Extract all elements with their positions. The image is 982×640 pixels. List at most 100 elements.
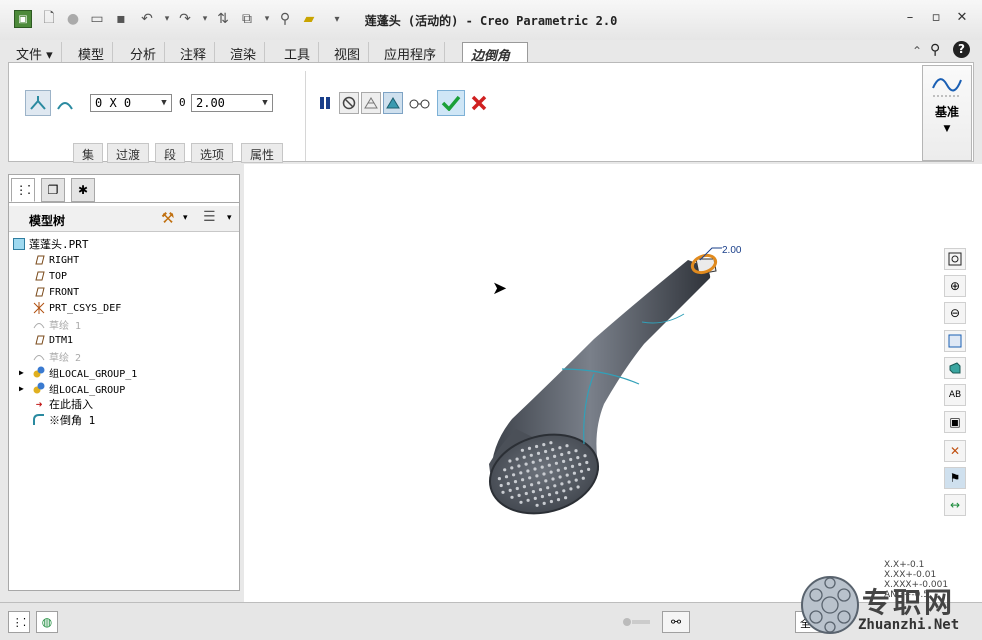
nozzle-hole bbox=[536, 451, 541, 455]
cancel-x-icon[interactable] bbox=[469, 92, 489, 114]
tab-applications[interactable]: 应用程序 bbox=[376, 42, 446, 63]
nozzle-hole bbox=[524, 491, 528, 496]
zoom-in-icon[interactable]: ⊕ bbox=[944, 275, 966, 297]
nozzle-hole bbox=[540, 494, 544, 499]
nozzle-hole bbox=[508, 459, 512, 463]
toggle-navigator-icon[interactable]: ⋮⁚ bbox=[8, 611, 30, 633]
group-divider bbox=[305, 71, 306, 161]
tab-analysis[interactable]: 分析 bbox=[122, 42, 166, 63]
nozzle-hole bbox=[540, 465, 544, 469]
spin-center-icon[interactable]: ↔ bbox=[944, 494, 966, 516]
nozzle-hole bbox=[576, 456, 580, 460]
no-preview-icon[interactable] bbox=[339, 92, 359, 114]
subtab-sets[interactable]: 集 bbox=[73, 143, 104, 163]
verify-glasses-icon[interactable] bbox=[407, 92, 433, 114]
expand-arrow-icon[interactable]: ▶ bbox=[19, 384, 29, 393]
view-manager-icon[interactable]: ▣ bbox=[944, 411, 966, 433]
help-icon[interactable]: ? bbox=[953, 41, 970, 58]
model-tree-tab-icon[interactable]: ⋮⁚ bbox=[11, 178, 35, 202]
nozzle-hole bbox=[515, 486, 519, 491]
find-binoculars-icon[interactable]: ⚯ bbox=[662, 611, 690, 633]
progress-indicator bbox=[622, 616, 652, 628]
datum-button[interactable]: 基准 ▼ bbox=[922, 65, 972, 161]
radius-value: 2.00 bbox=[196, 96, 225, 110]
favorites-tab-icon[interactable]: ✱ bbox=[71, 178, 95, 202]
tab-tools[interactable]: 工具 bbox=[276, 42, 320, 63]
part-icon bbox=[13, 238, 25, 250]
restore-icon[interactable]: ▫ bbox=[926, 10, 946, 28]
nozzle-hole bbox=[547, 463, 551, 467]
nozzle-hole bbox=[535, 474, 539, 478]
confirm-check-icon[interactable] bbox=[437, 90, 465, 116]
annotation-display-icon[interactable]: ⚑ bbox=[944, 467, 966, 489]
tree-item-top[interactable]: TOP bbox=[33, 268, 67, 284]
set-dropdown-icon[interactable]: ▼ bbox=[157, 95, 171, 111]
subtab-options[interactable]: 选项 bbox=[191, 143, 234, 163]
toggle-browser-icon[interactable]: ◍ bbox=[36, 611, 58, 633]
set-field[interactable]: 0 X 0 ▼ bbox=[90, 94, 172, 112]
subtab-properties[interactable]: 属性 bbox=[241, 143, 284, 163]
refit-icon[interactable] bbox=[944, 248, 966, 270]
expand-arrow-icon[interactable]: ▶ bbox=[19, 368, 29, 377]
tree-settings-dropdown-icon[interactable]: ▾ bbox=[183, 213, 188, 223]
saved-orientations-icon[interactable]: AB bbox=[944, 384, 966, 406]
pause-icon[interactable] bbox=[315, 92, 335, 114]
tree-item-label: DTM1 bbox=[49, 334, 74, 346]
collapse-ribbon-icon[interactable]: ⌃ bbox=[912, 44, 922, 58]
tab-render[interactable]: 渲染 bbox=[222, 42, 266, 63]
tree-item-local-group-1[interactable]: ▶ 组LOCAL_GROUP_1 bbox=[19, 364, 137, 380]
tree-item-sketch-1[interactable]: 草绘 1 bbox=[33, 316, 81, 332]
nozzle-hole bbox=[522, 455, 526, 459]
nozzle-hole bbox=[521, 478, 525, 482]
display-style-icon[interactable] bbox=[944, 357, 966, 379]
radius-field[interactable]: 2.00 ▼ bbox=[191, 94, 273, 112]
close-icon[interactable]: ✕ bbox=[952, 10, 972, 28]
round-icon bbox=[33, 414, 45, 426]
radius-dropdown-icon[interactable]: ▼ bbox=[258, 95, 272, 111]
show-dropdown-icon[interactable]: ▾ bbox=[227, 213, 232, 223]
nozzle-hole bbox=[578, 462, 582, 466]
folder-browser-tab-icon[interactable]: ❐ bbox=[41, 178, 65, 202]
ribbon-search-icon[interactable]: ⚲ bbox=[930, 42, 940, 58]
minimize-icon[interactable]: – bbox=[900, 10, 920, 28]
tree-item-local-group[interactable]: ▶ 组LOCAL_GROUP bbox=[19, 380, 125, 396]
circular-round-icon[interactable] bbox=[25, 90, 51, 116]
tree-item-label: 组LOCAL_GROUP_1 bbox=[49, 368, 138, 380]
tree-item-front[interactable]: FRONT bbox=[33, 284, 79, 300]
radius-dimension[interactable]: 2.00 bbox=[722, 245, 742, 256]
tab-file[interactable]: 文件 ▾ bbox=[8, 42, 62, 63]
subtab-transitions[interactable]: 过渡 bbox=[107, 143, 150, 163]
tree-item-insert-here[interactable]: ➜ 在此插入 bbox=[33, 396, 93, 412]
show-columns-icon[interactable]: ☰ bbox=[203, 209, 216, 225]
tab-edge-round[interactable]: 边倒角 bbox=[462, 42, 528, 64]
tab-model[interactable]: 模型 bbox=[70, 42, 114, 63]
tab-annotate[interactable]: 注释 bbox=[172, 42, 216, 63]
tree-item-part[interactable]: 莲蓬头.PRT bbox=[13, 236, 89, 252]
tree-item-round-1[interactable]: ※倒角 1 bbox=[33, 412, 95, 428]
nozzle-hole bbox=[527, 446, 532, 450]
nozzle-hole bbox=[542, 501, 546, 505]
tree-item-csys[interactable]: PRT_CSYS_DEF bbox=[33, 300, 121, 316]
repaint-icon[interactable] bbox=[944, 330, 966, 352]
tab-view[interactable]: 视图 bbox=[326, 42, 370, 63]
nozzle-hole bbox=[564, 496, 568, 500]
tree-item-sketch-2[interactable]: 草绘 2 bbox=[33, 348, 81, 364]
group-icon bbox=[33, 366, 45, 378]
nozzle-hole bbox=[517, 464, 521, 468]
nozzle-hole bbox=[512, 473, 516, 477]
subtab-pieces[interactable]: 段 bbox=[155, 143, 186, 163]
nozzle-hole bbox=[522, 485, 526, 489]
graphics-viewport[interactable]: 2.00 ➤ bbox=[244, 164, 982, 602]
mesh-preview-icon[interactable] bbox=[361, 92, 381, 114]
tree-item-dtm1[interactable]: DTM1 bbox=[33, 332, 73, 348]
tree-item-right[interactable]: RIGHT bbox=[33, 252, 79, 268]
geometry-preview-icon[interactable] bbox=[383, 92, 403, 114]
tab-divider bbox=[9, 202, 239, 203]
datum-display-icon[interactable]: ✕ bbox=[944, 440, 966, 462]
tree-settings-icon[interactable]: ⚒ bbox=[161, 209, 174, 227]
nozzle-hole bbox=[526, 469, 530, 473]
nozzle-hole bbox=[504, 475, 509, 479]
csys-icon bbox=[33, 302, 45, 314]
zoom-out-icon[interactable]: ⊖ bbox=[944, 302, 966, 324]
full-round-icon[interactable] bbox=[55, 92, 75, 114]
